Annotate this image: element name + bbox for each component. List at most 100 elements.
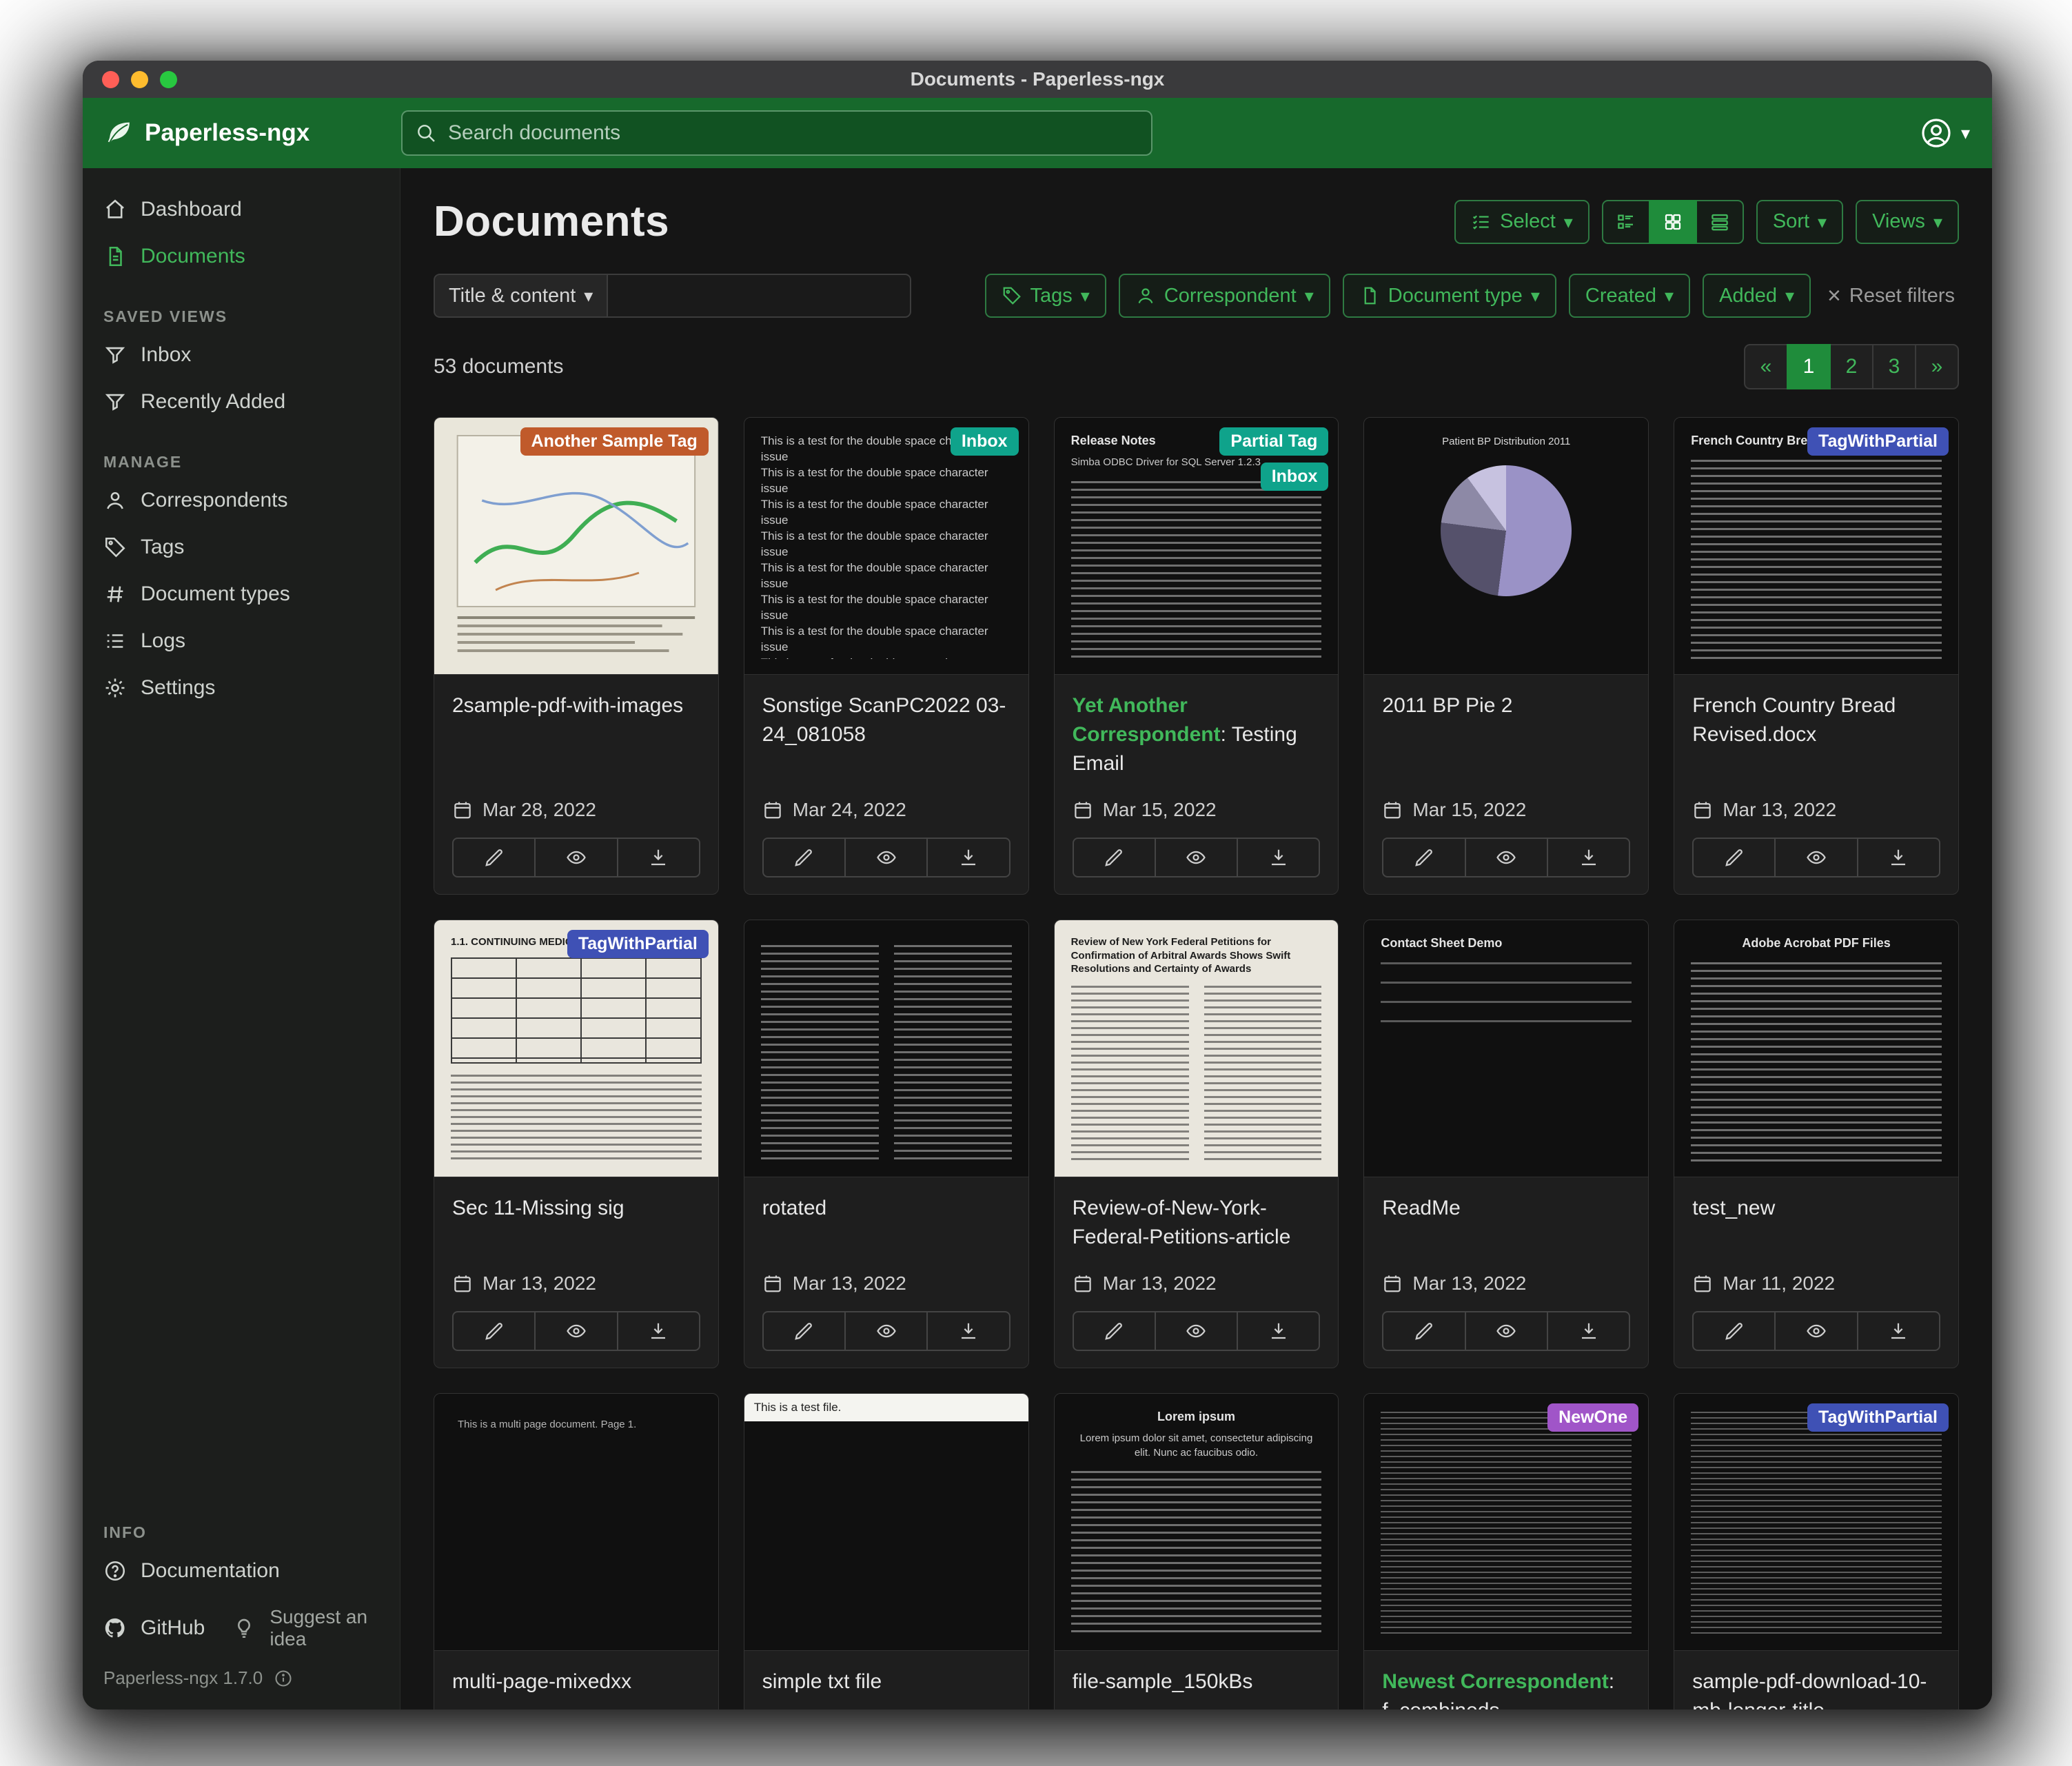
download-button[interactable] bbox=[1857, 1311, 1940, 1351]
document-thumbnail[interactable]: Review of New York Federal Petitions for… bbox=[1055, 920, 1339, 1177]
document-title[interactable]: Yet Another Correspondent: Testing Email bbox=[1073, 691, 1321, 778]
sidebar-item-recently-added[interactable]: Recently Added bbox=[83, 378, 400, 425]
tag-badge[interactable]: NewOne bbox=[1547, 1403, 1638, 1432]
document-title[interactable]: multi-page-mixedxx bbox=[452, 1667, 700, 1696]
sidebar-item-correspondents[interactable]: Correspondents bbox=[83, 477, 400, 524]
view-button[interactable] bbox=[1155, 1311, 1238, 1351]
tag-badge[interactable]: Inbox bbox=[1261, 463, 1329, 491]
document-thumbnail[interactable]: Patient BP Distribution 2011 bbox=[1364, 418, 1648, 675]
details-view-button[interactable] bbox=[1602, 200, 1650, 244]
tag-badge[interactable]: Partial Tag bbox=[1219, 427, 1328, 456]
document-type-filter-button[interactable]: Document type▾ bbox=[1343, 274, 1556, 318]
document-title[interactable]: test_new bbox=[1692, 1194, 1940, 1223]
correspondent-link[interactable]: Yet Another Correspondent bbox=[1073, 694, 1221, 746]
document-card[interactable]: This is a test file. simple txt file bbox=[744, 1393, 1029, 1709]
correspondent-link[interactable]: Newest Correspondent bbox=[1382, 1670, 1608, 1693]
view-button[interactable] bbox=[534, 1311, 618, 1351]
tag-badge[interactable]: TagWithPartial bbox=[567, 930, 709, 958]
pagination-page-button[interactable]: 3 bbox=[1872, 344, 1916, 389]
download-button[interactable] bbox=[1857, 838, 1940, 877]
document-card[interactable]: This is a multi page document. Page 1. m… bbox=[434, 1393, 719, 1709]
document-card[interactable]: Patient BP Distribution 2011 2011 BP Pie… bbox=[1363, 417, 1649, 895]
download-button[interactable] bbox=[1547, 1311, 1630, 1351]
download-button[interactable] bbox=[617, 838, 700, 877]
document-card[interactable]: Another Sample Tag 2sample-pdf-with-imag… bbox=[434, 417, 719, 895]
view-button[interactable] bbox=[1155, 838, 1238, 877]
document-thumbnail[interactable]: Adobe Acrobat PDF Files bbox=[1674, 920, 1958, 1177]
grid-view-button[interactable] bbox=[1649, 200, 1697, 244]
sidebar-item-documents[interactable]: Documents bbox=[83, 233, 400, 280]
document-thumbnail[interactable]: Another Sample Tag bbox=[434, 418, 718, 675]
edit-button[interactable] bbox=[452, 1311, 536, 1351]
created-filter-button[interactable]: Created▾ bbox=[1569, 274, 1690, 318]
sidebar-item-settings[interactable]: Settings bbox=[83, 664, 400, 711]
document-thumbnail[interactable]: Inbox This is a test for the double spac… bbox=[744, 418, 1028, 675]
view-button[interactable] bbox=[1774, 838, 1858, 877]
document-card[interactable]: TagWithPartial sample-pdf-download-10-mb… bbox=[1674, 1393, 1959, 1709]
tag-badge[interactable]: Another Sample Tag bbox=[520, 427, 709, 456]
select-button[interactable]: Select▾ bbox=[1454, 200, 1589, 244]
edit-button[interactable] bbox=[1073, 838, 1156, 877]
info-circle-icon[interactable] bbox=[274, 1669, 293, 1688]
document-title[interactable]: file-sample_150kBs bbox=[1073, 1667, 1321, 1696]
view-button[interactable] bbox=[1465, 1311, 1548, 1351]
document-title[interactable]: Newest Correspondent: f_combineds bbox=[1382, 1667, 1630, 1709]
correspondent-filter-button[interactable]: Correspondent▾ bbox=[1119, 274, 1330, 318]
view-button[interactable] bbox=[1465, 838, 1548, 877]
pagination-page-button[interactable]: 1 bbox=[1787, 344, 1831, 389]
tags-filter-button[interactable]: Tags▾ bbox=[985, 274, 1106, 318]
tag-badge[interactable]: TagWithPartial bbox=[1807, 1403, 1949, 1432]
view-button[interactable] bbox=[1774, 1311, 1858, 1351]
document-title[interactable]: Sec 11-Missing sig bbox=[452, 1194, 700, 1223]
document-thumbnail[interactable]: TagWithPartial 1.1. CONTINUING MEDICAL E… bbox=[434, 920, 718, 1177]
edit-button[interactable] bbox=[762, 1311, 846, 1351]
download-button[interactable] bbox=[1547, 838, 1630, 877]
pagination-page-button[interactable]: 2 bbox=[1829, 344, 1873, 389]
document-title[interactable]: sample-pdf-download-10-mb-longer-title bbox=[1692, 1667, 1940, 1709]
search-input[interactable] bbox=[447, 121, 1139, 145]
document-thumbnail[interactable]: Lorem ipsumLorem ipsum dolor sit amet, c… bbox=[1055, 1394, 1339, 1651]
document-card[interactable]: rotated Mar 13, 2022 bbox=[744, 920, 1029, 1368]
edit-button[interactable] bbox=[1073, 1311, 1156, 1351]
document-title[interactable]: 2sample-pdf-with-images bbox=[452, 691, 700, 720]
document-card[interactable]: Inbox This is a test for the double spac… bbox=[744, 417, 1029, 895]
document-title[interactable]: Review-of-New-York-Federal-Petitions-art… bbox=[1073, 1194, 1321, 1252]
document-title[interactable]: French Country Bread Revised.docx bbox=[1692, 691, 1940, 749]
title-content-dropdown[interactable]: Title & content▾ bbox=[434, 274, 608, 318]
brand[interactable]: Paperless-ngx bbox=[105, 119, 401, 148]
edit-button[interactable] bbox=[1382, 1311, 1465, 1351]
document-card[interactable]: Partial TagInbox Release NotesSimba ODBC… bbox=[1054, 417, 1339, 895]
document-card[interactable]: Contact Sheet Demo ReadMe Mar 13, 2022 bbox=[1363, 920, 1649, 1368]
document-thumbnail[interactable]: Partial TagInbox Release NotesSimba ODBC… bbox=[1055, 418, 1339, 675]
document-card[interactable]: TagWithPartial 1.1. CONTINUING MEDICAL E… bbox=[434, 920, 719, 1368]
view-button[interactable] bbox=[844, 838, 928, 877]
views-button[interactable]: Views▾ bbox=[1856, 200, 1959, 244]
download-button[interactable] bbox=[1237, 1311, 1320, 1351]
title-content-input[interactable] bbox=[608, 274, 911, 318]
document-thumbnail[interactable]: TagWithPartial bbox=[1674, 1394, 1958, 1651]
download-button[interactable] bbox=[1237, 838, 1320, 877]
document-title[interactable]: simple txt file bbox=[762, 1667, 1010, 1696]
sidebar-item-suggest-idea[interactable]: Suggest an idea bbox=[232, 1594, 400, 1662]
sidebar-item-inbox[interactable]: Inbox bbox=[83, 332, 400, 378]
document-card[interactable]: TagWithPartial French Country Bread Fren… bbox=[1674, 417, 1959, 895]
document-title[interactable]: 2011 BP Pie 2 bbox=[1382, 691, 1630, 720]
sidebar-item-documentation[interactable]: Documentation bbox=[83, 1547, 400, 1594]
document-thumbnail[interactable] bbox=[744, 920, 1028, 1177]
document-title[interactable]: rotated bbox=[762, 1194, 1010, 1223]
edit-button[interactable] bbox=[762, 838, 846, 877]
user-menu[interactable]: ▾ bbox=[1920, 116, 1970, 150]
download-button[interactable] bbox=[926, 838, 1010, 877]
view-button[interactable] bbox=[534, 838, 618, 877]
sort-button[interactable]: Sort▾ bbox=[1756, 200, 1843, 244]
pagination-next-button[interactable]: » bbox=[1915, 344, 1959, 389]
edit-button[interactable] bbox=[1382, 838, 1465, 877]
document-thumbnail[interactable]: Contact Sheet Demo bbox=[1364, 920, 1648, 1177]
document-card[interactable]: Review of New York Federal Petitions for… bbox=[1054, 920, 1339, 1368]
tag-badge[interactable]: TagWithPartial bbox=[1807, 427, 1949, 456]
sidebar-item-tags[interactable]: Tags bbox=[83, 524, 400, 571]
download-button[interactable] bbox=[617, 1311, 700, 1351]
document-title[interactable]: Sonstige ScanPC2022 03-24_081058 bbox=[762, 691, 1010, 749]
sidebar-item-document-types[interactable]: Document types bbox=[83, 571, 400, 618]
document-card[interactable]: Lorem ipsumLorem ipsum dolor sit amet, c… bbox=[1054, 1393, 1339, 1709]
